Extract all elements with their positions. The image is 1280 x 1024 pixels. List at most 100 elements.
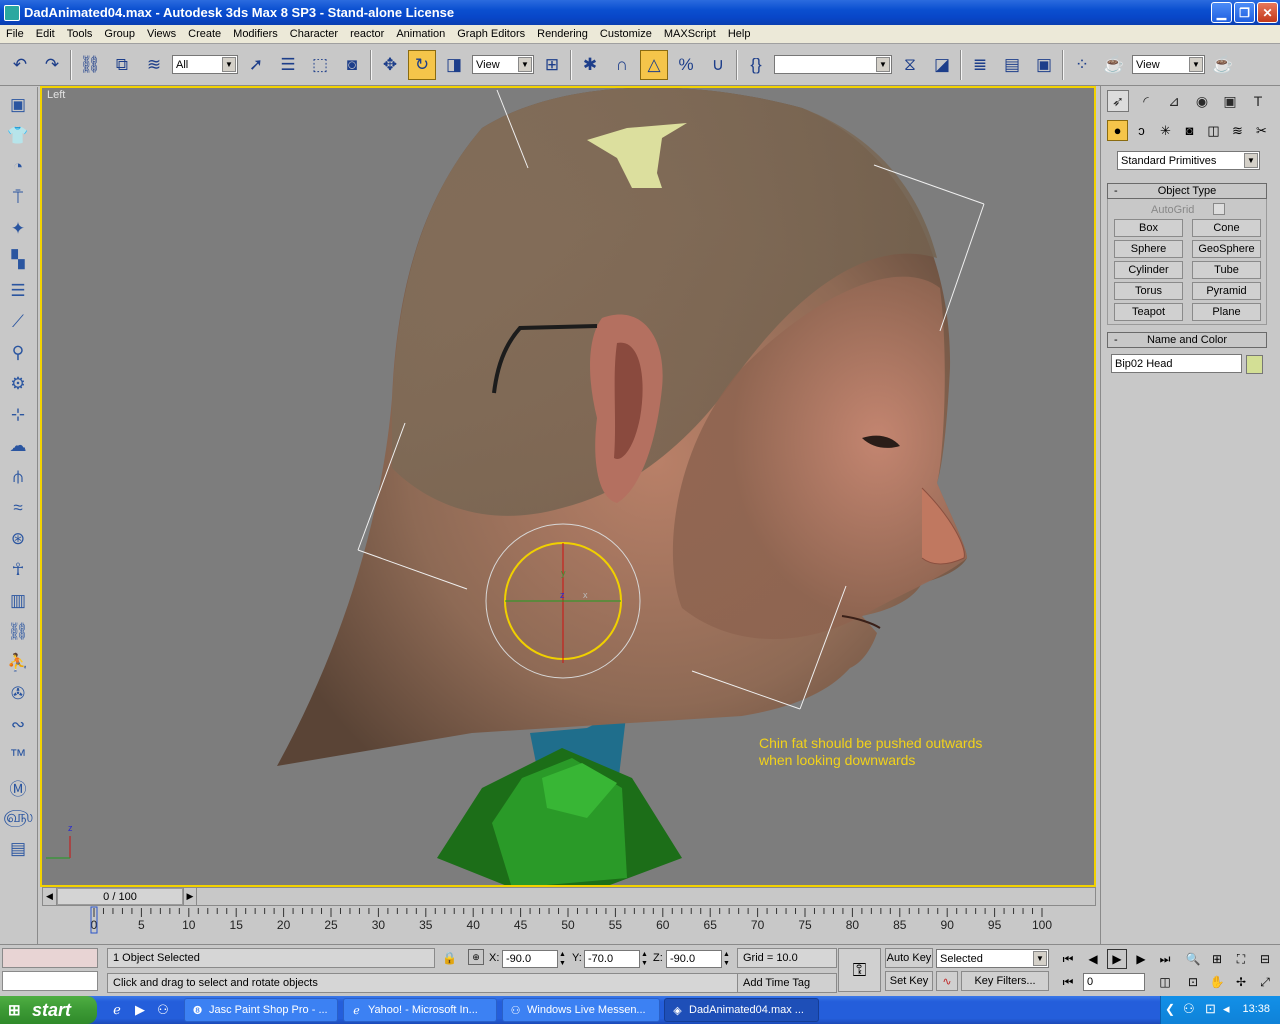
- taskbar-item-active[interactable]: ◈ DadAnimated04.max ...: [664, 998, 819, 1022]
- menu-views[interactable]: Views: [141, 28, 182, 40]
- helpers-button[interactable]: ◫: [1203, 120, 1224, 141]
- wave-icon[interactable]: ≈: [5, 495, 31, 521]
- systems-button[interactable]: ✂: [1251, 120, 1272, 141]
- percent-snap-button[interactable]: %: [672, 50, 700, 80]
- torus-button[interactable]: Torus: [1114, 282, 1183, 300]
- key-mode-toggle-button[interactable]: ⏮: [1058, 972, 1078, 992]
- biped-icon[interactable]: ☥: [5, 557, 31, 583]
- track-bar[interactable]: 0 5 10 15 20 25 30 35 40 45 50 55 60 65 70 75 80 85 90 95 10…: [42, 906, 1096, 936]
- add-time-tag-button[interactable]: Add Time Tag: [737, 973, 837, 993]
- menu-modifiers[interactable]: Modifiers: [227, 28, 284, 40]
- menu-graph-editors[interactable]: Graph Editors: [451, 28, 531, 40]
- cylinder-button[interactable]: Cylinder: [1114, 261, 1183, 279]
- wheel-icon[interactable]: ✇: [5, 681, 31, 707]
- maximize-button[interactable]: ❐: [1234, 2, 1255, 23]
- reference-coordinate-dropdown[interactable]: View ▼: [472, 55, 534, 74]
- next-frame-button[interactable]: ▶: [1131, 949, 1151, 969]
- object-name-field[interactable]: Bip02 Head: [1111, 354, 1242, 373]
- lock-icon[interactable]: 🔒: [442, 951, 457, 965]
- play-button[interactable]: ▶: [1107, 949, 1127, 969]
- object-type-rollout-header[interactable]: - Object Type: [1107, 183, 1267, 199]
- time-configuration-button[interactable]: ◫: [1155, 972, 1175, 992]
- motor-icon[interactable]: Ⓜ: [5, 774, 31, 800]
- menu-character[interactable]: Character: [284, 28, 344, 40]
- maximize-viewport-button[interactable]: ⤢: [1255, 972, 1275, 992]
- checker-icon[interactable]: ▚: [5, 247, 31, 273]
- material-editor-button[interactable]: ⁘: [1068, 50, 1096, 80]
- auto-key-button[interactable]: Auto Key: [885, 948, 933, 968]
- maxscript-listener-mini-white[interactable]: [2, 971, 98, 991]
- cone-button[interactable]: Cone: [1192, 219, 1261, 237]
- primitive-category-dropdown[interactable]: Standard Primitives ▼: [1117, 151, 1260, 170]
- menu-maxscript[interactable]: MAXScript: [658, 28, 722, 40]
- name-color-rollout-header[interactable]: - Name and Color: [1107, 332, 1267, 348]
- menu-file[interactable]: File: [0, 28, 30, 40]
- menu-reactor[interactable]: reactor: [344, 28, 390, 40]
- go-to-end-button[interactable]: ⏭: [1155, 949, 1175, 969]
- select-object-button[interactable]: ➚: [242, 50, 270, 80]
- current-frame-field[interactable]: 0: [1083, 973, 1145, 991]
- named-selection-dropdown[interactable]: ▼: [774, 55, 892, 74]
- previous-frame-button[interactable]: ◀: [1083, 949, 1103, 969]
- go-to-start-button[interactable]: ⏮: [1058, 949, 1078, 969]
- create-tab[interactable]: ➶: [1107, 90, 1129, 112]
- set-key-big-button[interactable]: ⚿: [838, 948, 881, 992]
- menu-group[interactable]: Group: [98, 28, 141, 40]
- plane-button[interactable]: Plane: [1192, 303, 1261, 321]
- star-icon[interactable]: ✦: [5, 216, 31, 242]
- sphere-button[interactable]: Sphere: [1114, 240, 1183, 258]
- helper-icon[interactable]: ⊹: [5, 402, 31, 428]
- shirt-icon[interactable]: 👕: [5, 123, 31, 149]
- pivot-center-button[interactable]: ⊞: [538, 50, 566, 80]
- menu-tools[interactable]: Tools: [61, 28, 99, 40]
- pyramid-button[interactable]: Pyramid: [1192, 282, 1261, 300]
- hair-icon[interactable]: ⫛: [5, 464, 31, 490]
- y-spinner[interactable]: ▲ ▼: [641, 950, 649, 968]
- menu-customize[interactable]: Customize: [594, 28, 658, 40]
- rope-icon[interactable]: ∾: [5, 712, 31, 738]
- x-coordinate-field[interactable]: -90.0: [502, 950, 558, 968]
- next-frame-arrow[interactable]: ▶: [183, 888, 197, 905]
- redo-button[interactable]: ↷: [38, 50, 66, 80]
- autogrid-checkbox[interactable]: [1213, 203, 1225, 215]
- curve-editor-button[interactable]: ▤: [998, 50, 1026, 80]
- default-tangent-button[interactable]: ∿: [936, 971, 958, 991]
- geometry-button[interactable]: ●: [1107, 120, 1128, 141]
- maxscript-listener-mini-pink[interactable]: [2, 948, 98, 968]
- select-and-link-button[interactable]: ⛓: [76, 50, 104, 80]
- menu-help[interactable]: Help: [722, 28, 757, 40]
- left-viewport[interactable]: Left y z x z Chin fat should be pushed o…: [40, 86, 1096, 887]
- figure-icon[interactable]: ⛹: [5, 650, 31, 676]
- messenger-tray-icon[interactable]: ⚇: [1183, 1001, 1195, 1017]
- messenger-quicklaunch-icon[interactable]: ⚇: [154, 1001, 172, 1019]
- field-of-view-button[interactable]: ⊡: [1183, 972, 1203, 992]
- reactor-icon[interactable]: ⊛: [5, 526, 31, 552]
- gear-icon[interactable]: ⚙: [5, 371, 31, 397]
- taskbar-item[interactable]: ℯ Yahoo! - Microsoft In...: [343, 998, 497, 1022]
- align-button[interactable]: ◪: [928, 50, 956, 80]
- geosphere-button[interactable]: GeoSphere: [1192, 240, 1261, 258]
- sphere-icon[interactable]: ◔: [5, 154, 31, 180]
- menu-rendering[interactable]: Rendering: [531, 28, 594, 40]
- selection-filter-dropdown[interactable]: All ▼: [172, 55, 238, 74]
- pan-button[interactable]: ✋: [1207, 972, 1227, 992]
- spinner-snap-button[interactable]: ∪: [704, 50, 732, 80]
- spring-icon[interactable]: ௵: [3, 805, 33, 831]
- tm-icon[interactable]: ™: [5, 743, 31, 769]
- menu-animation[interactable]: Animation: [390, 28, 451, 40]
- schematic-view-button[interactable]: ▣: [1030, 50, 1058, 80]
- cameras-button[interactable]: ◙: [1179, 120, 1200, 141]
- absolute-mode-toggle[interactable]: ⊕: [468, 949, 484, 965]
- emitter-icon[interactable]: ⍑: [5, 185, 31, 211]
- box-button[interactable]: Box: [1114, 219, 1183, 237]
- edit-named-selection-button[interactable]: {}: [742, 50, 770, 80]
- arc-rotate-button[interactable]: ✢: [1231, 972, 1251, 992]
- modify-tab[interactable]: ◜: [1135, 90, 1157, 112]
- media-player-quicklaunch-icon[interactable]: ▶: [131, 1001, 149, 1019]
- z-spinner[interactable]: ▲ ▼: [723, 950, 731, 968]
- internet-explorer-quicklaunch-icon[interactable]: ℯ: [108, 1001, 126, 1019]
- taskbar-item[interactable]: ⚇ Windows Live Messen...: [502, 998, 660, 1022]
- tube-button[interactable]: Tube: [1192, 261, 1261, 279]
- zoom-extents-button[interactable]: ⛶: [1231, 949, 1251, 969]
- undo-button[interactable]: ↶: [6, 50, 34, 80]
